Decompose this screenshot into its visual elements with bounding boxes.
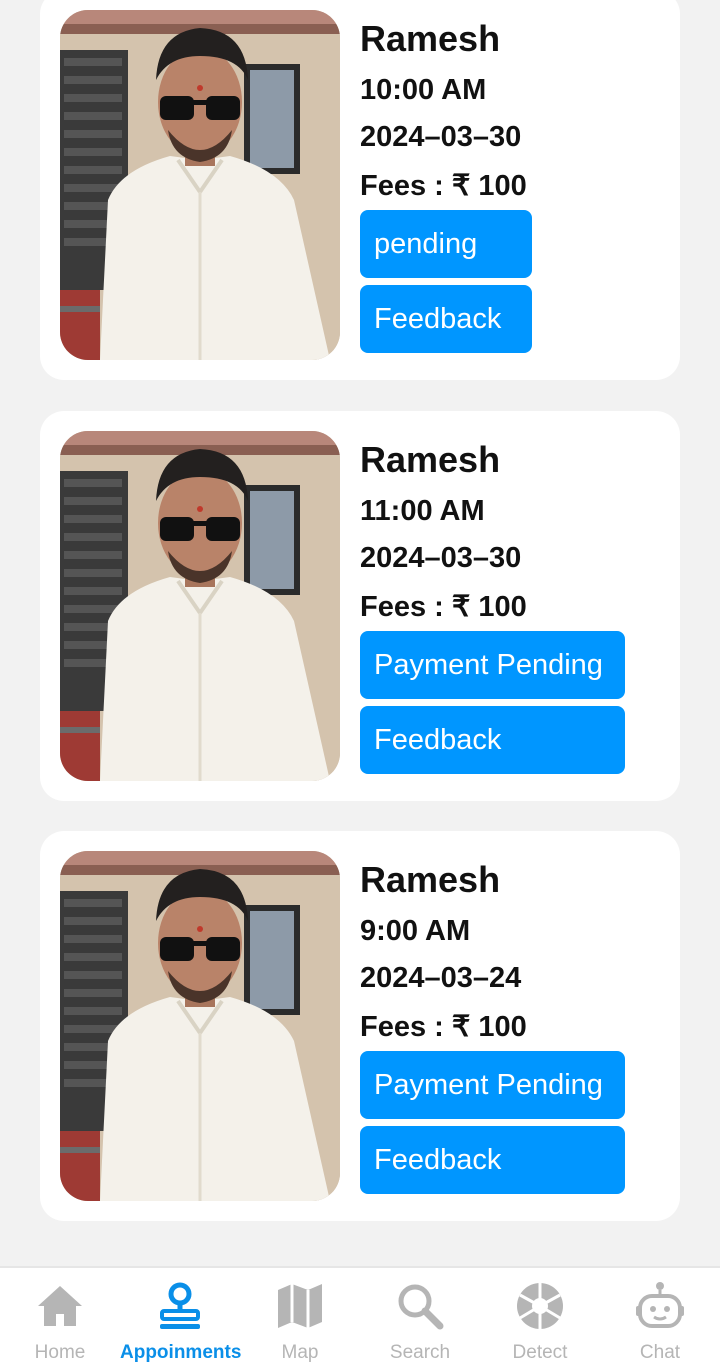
feedback-button[interactable]: Feedback	[360, 706, 625, 774]
nav-label-chat: Chat	[639, 1342, 681, 1363]
appointment-time: 10:00 AM	[360, 74, 487, 106]
appointment-card: Ramesh 10:00 AM 2024–03–30 Fees : ₹ 100 …	[40, 0, 680, 380]
doctor-photo	[60, 851, 340, 1201]
doctor-name: Ramesh	[360, 18, 501, 59]
aperture-icon	[517, 1283, 563, 1329]
nav-item-appointments[interactable]: Appoinments	[120, 1268, 242, 1368]
appointment-fees: Fees : ₹ 100	[360, 170, 527, 202]
map-icon	[278, 1284, 322, 1328]
status-button[interactable]: pending	[360, 210, 532, 278]
appointment-fees: Fees : ₹ 100	[360, 1011, 527, 1043]
nav-label-appointments: Appoinments	[120, 1342, 242, 1363]
appointment-card: Ramesh 9:00 AM 2024–03–24 Fees : ₹ 100 P…	[40, 831, 680, 1221]
nav-item-map[interactable]: Map	[240, 1268, 360, 1368]
doctor-name: Ramesh	[360, 439, 501, 480]
home-icon	[38, 1286, 82, 1326]
nav-label-search: Search	[389, 1342, 451, 1363]
bottom-navigation: Home Appoinments Map Search Detect Chat	[0, 1266, 720, 1368]
appointment-fees: Fees : ₹ 100	[360, 591, 527, 623]
nav-item-home[interactable]: Home	[0, 1268, 120, 1368]
nav-item-search[interactable]: Search	[360, 1268, 480, 1368]
nav-label-map: Map	[281, 1342, 319, 1363]
nav-item-detect[interactable]: Detect	[480, 1268, 600, 1368]
robot-icon	[636, 1282, 684, 1328]
appointment-card: Ramesh 11:00 AM 2024–03–30 Fees : ₹ 100 …	[40, 411, 680, 801]
doctor-name: Ramesh	[360, 859, 501, 900]
appointment-date: 2024–03–30	[360, 542, 522, 574]
payment-pending-button[interactable]: Payment Pending	[360, 1051, 625, 1119]
doctor-photo	[60, 10, 340, 360]
nav-label-home: Home	[34, 1342, 86, 1363]
nav-label-detect: Detect	[512, 1342, 568, 1363]
payment-pending-button[interactable]: Payment Pending	[360, 631, 625, 699]
nav-item-chat[interactable]: Chat	[600, 1268, 720, 1368]
appointment-pin-icon	[160, 1282, 200, 1329]
search-icon	[398, 1284, 444, 1330]
feedback-button[interactable]: Feedback	[360, 1126, 625, 1194]
appointment-date: 2024–03–30	[360, 121, 522, 153]
appointment-time: 11:00 AM	[360, 495, 485, 527]
appointment-list[interactable]: Ramesh 10:00 AM 2024–03–30 Fees : ₹ 100 …	[0, 0, 720, 1266]
appointments-screen: Ramesh 10:00 AM 2024–03–30 Fees : ₹ 100 …	[0, 0, 720, 1368]
doctor-photo	[60, 431, 340, 781]
appointment-date: 2024–03–24	[360, 962, 522, 994]
appointment-time: 9:00 AM	[360, 915, 471, 947]
feedback-button[interactable]: Feedback	[360, 285, 532, 353]
